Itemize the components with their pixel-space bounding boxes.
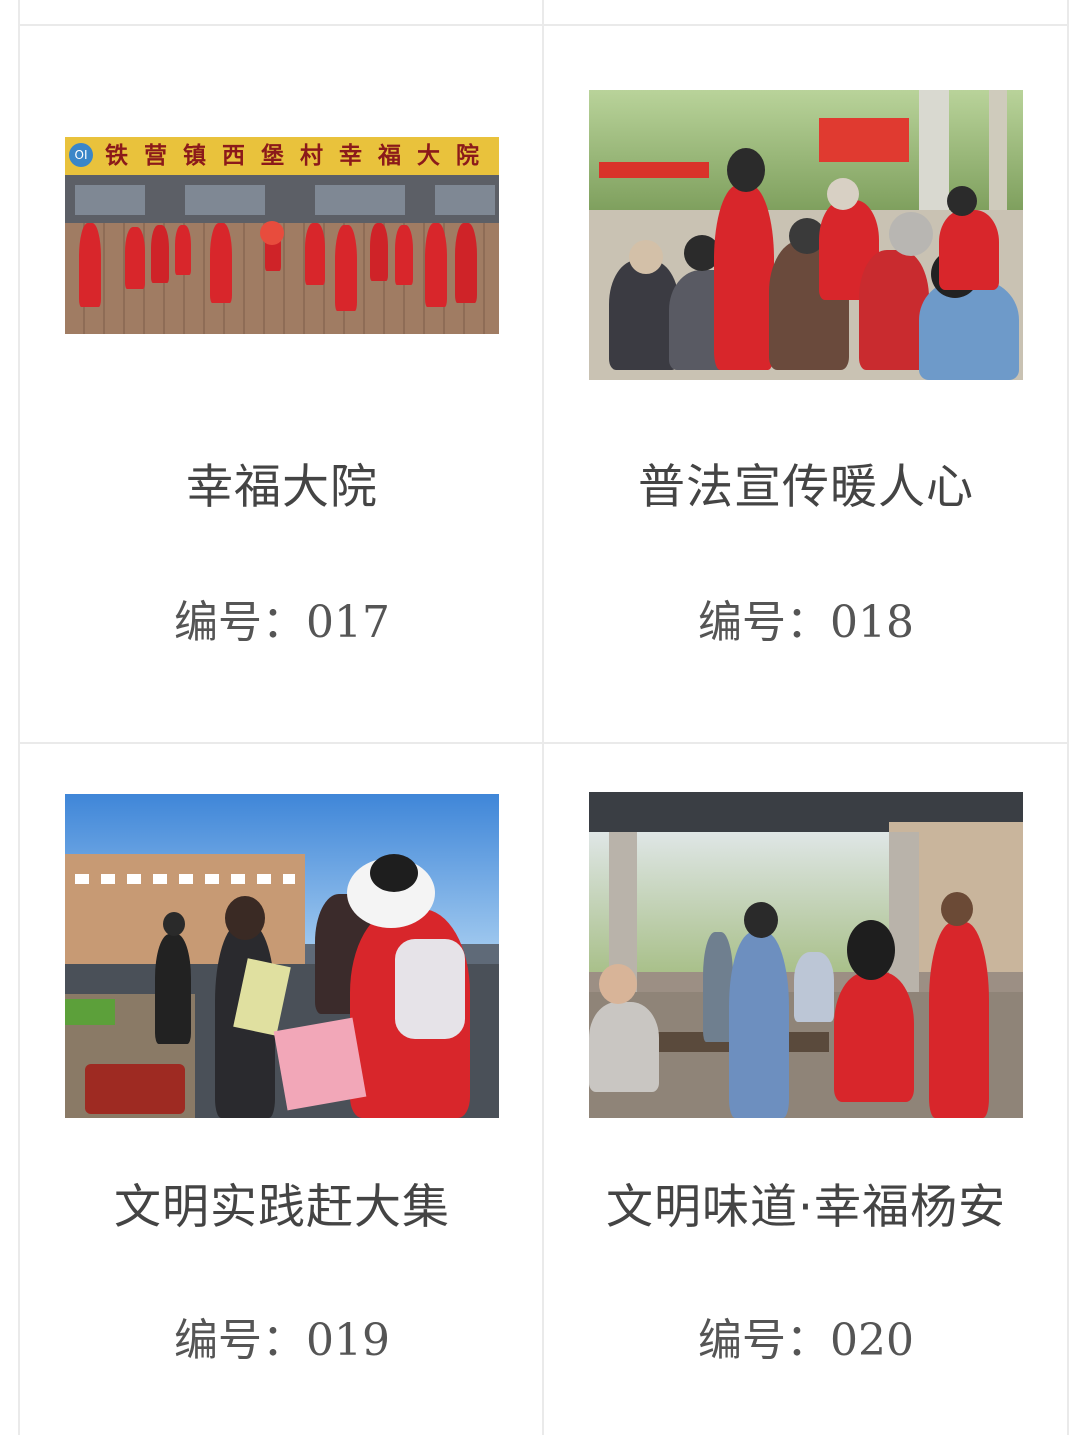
code-value: 019 xyxy=(306,1315,390,1366)
card-title: 幸福大院 xyxy=(186,460,378,515)
card-019[interactable]: 文明实践赶大集 编号：019 xyxy=(20,744,544,1435)
market-volunteer-photo-icon[interactable] xyxy=(65,794,499,1118)
code-label: 编号： xyxy=(698,1315,830,1366)
code-value: 020 xyxy=(830,1315,914,1366)
card-017[interactable]: OI 铁营镇西堡村幸福大院 幸福大院 编号：017 xyxy=(20,26,544,742)
dance-photo-icon[interactable]: OI 铁营镇西堡村幸福大院 xyxy=(65,137,499,334)
pavilion-volunteer-photo-icon[interactable] xyxy=(589,792,1023,1118)
card-title: 文明实践赶大集 xyxy=(114,1180,450,1235)
card-code: 编号：020 xyxy=(544,1304,1068,1368)
code-label: 编号： xyxy=(174,597,306,648)
card-code: 编号：018 xyxy=(544,586,1068,650)
code-value: 018 xyxy=(830,597,914,648)
card-title: 普法宣传暖人心 xyxy=(638,460,974,515)
code-label: 编号： xyxy=(174,1315,306,1366)
card-code: 编号：019 xyxy=(20,1304,544,1368)
card-018[interactable]: 普法宣传暖人心 编号：018 xyxy=(544,26,1068,742)
card-020[interactable]: 文明味道·幸福杨安 编号：020 xyxy=(544,744,1068,1435)
code-label: 编号： xyxy=(698,597,830,648)
legal-outreach-photo-icon[interactable] xyxy=(589,90,1023,380)
card-code: 编号：017 xyxy=(20,586,544,650)
code-value: 017 xyxy=(306,597,390,648)
card-title: 文明味道·幸福杨安 xyxy=(606,1180,1006,1235)
